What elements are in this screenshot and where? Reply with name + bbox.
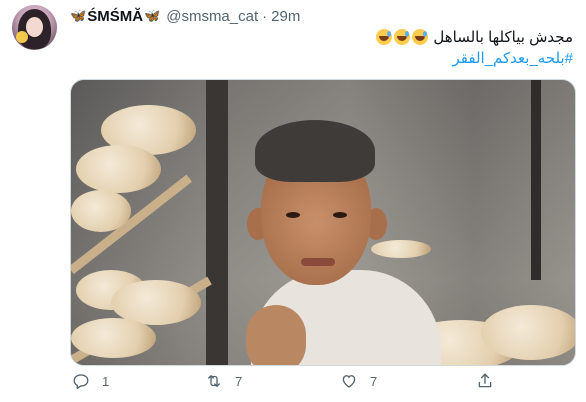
image-boy-eye xyxy=(286,212,300,218)
reply-button[interactable]: 1 xyxy=(72,372,109,390)
image-bread xyxy=(76,145,161,193)
image-boy-mouth xyxy=(301,258,335,266)
image-boy-hair xyxy=(255,120,375,182)
heart-icon xyxy=(342,375,356,388)
grinning-sweat-emoji-icon xyxy=(394,29,411,45)
share-icon xyxy=(478,373,492,388)
hashtag-link[interactable]: #بلحه_بعدكم_الفقر xyxy=(453,49,574,67)
share-button[interactable] xyxy=(476,372,494,390)
tweet[interactable]: 🦋 ŚMŚMĂ 🦋 @smsma_cat · 29m مجدش بياكلها … xyxy=(0,0,586,402)
display-name[interactable]: ŚMŚMĂ xyxy=(87,8,143,25)
butterfly-icon: 🦋 xyxy=(70,8,87,23)
tweet-text-content: مجدش بياكلها بالساهل xyxy=(433,29,573,46)
reply-icon xyxy=(73,374,89,390)
tweet-header: 🦋 ŚMŚMĂ 🦋 @smsma_cat · 29m xyxy=(70,6,300,26)
avatar-face xyxy=(26,17,43,37)
user-handle[interactable]: @smsma_cat xyxy=(166,8,258,25)
like-count: 7 xyxy=(370,373,378,389)
like-button[interactable]: 7 xyxy=(340,372,377,390)
retweet-count: 7 xyxy=(235,373,243,389)
butterfly-icon: 🦋 xyxy=(144,8,161,23)
tweet-actions: 1 7 7 xyxy=(0,372,586,400)
retweet-icon xyxy=(208,375,220,387)
image-shelf-post xyxy=(531,80,541,280)
image-boy-eye xyxy=(333,212,347,218)
avatar-badge xyxy=(16,31,28,43)
image-bread xyxy=(481,305,575,360)
image-bread xyxy=(71,190,131,232)
timestamp[interactable]: 29m xyxy=(271,8,300,25)
separator-dot: · xyxy=(262,7,268,25)
image-shelf-post xyxy=(206,80,228,365)
grinning-sweat-emoji-icon xyxy=(412,29,429,45)
reply-count: 1 xyxy=(102,373,110,389)
tweet-image[interactable] xyxy=(70,79,576,366)
image-bread xyxy=(71,318,156,358)
retweet-button[interactable]: 7 xyxy=(205,372,242,390)
grinning-sweat-emoji-icon xyxy=(376,29,393,45)
tweet-text: مجدش بياكلها بالساهل xyxy=(375,28,573,46)
image-bread xyxy=(371,240,431,258)
avatar[interactable] xyxy=(12,5,57,50)
image-boy-arm xyxy=(246,305,306,365)
